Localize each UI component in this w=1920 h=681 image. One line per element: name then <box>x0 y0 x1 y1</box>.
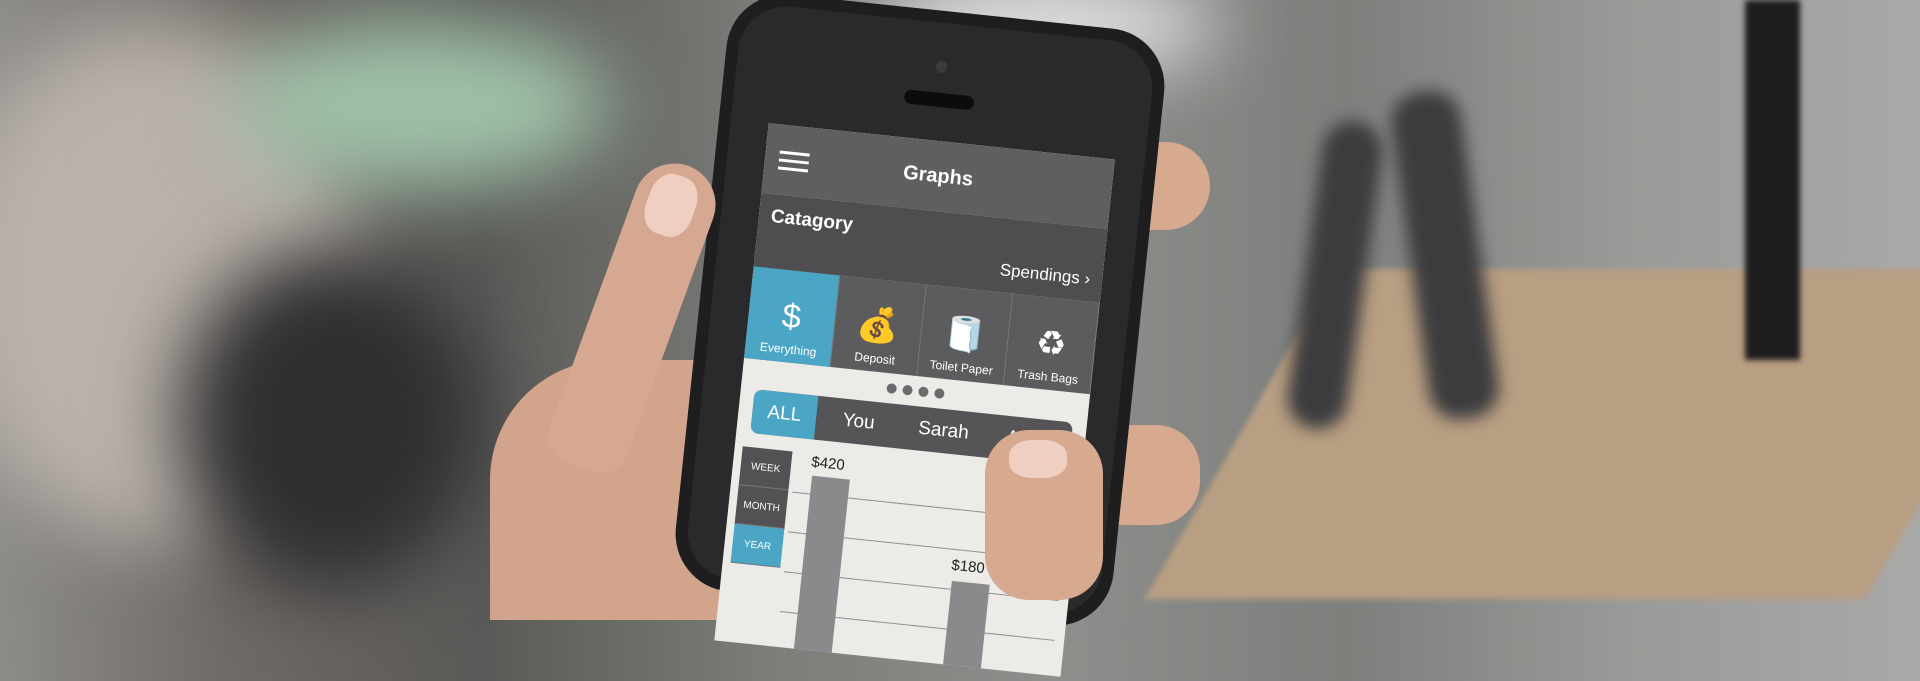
page-dot[interactable] <box>917 386 929 398</box>
chart-bar <box>793 475 850 659</box>
bar-value-label: $420 <box>810 453 846 474</box>
category-label: Toilet Paper <box>928 357 994 378</box>
page-dot[interactable] <box>902 384 914 396</box>
page-title: Graphs <box>902 161 975 191</box>
chart-bar <box>942 580 990 675</box>
period-filter: WEEK MONTH YEAR <box>730 446 793 568</box>
toilet-paper-icon: 🧻 <box>941 313 988 356</box>
background-table <box>1144 269 1920 599</box>
category-everything[interactable]: $ Everything <box>744 266 841 367</box>
period-week[interactable]: WEEK <box>738 446 793 491</box>
spendings-label: Spendings <box>998 260 1081 288</box>
people-option-all[interactable]: ALL <box>750 389 819 440</box>
category-trash-bags[interactable]: ♻ Trash Bags <box>1003 293 1100 395</box>
front-camera-icon <box>934 60 949 74</box>
category-title: Catagory <box>769 205 854 236</box>
period-month[interactable]: MONTH <box>734 485 789 530</box>
period-year[interactable]: YEAR <box>730 523 785 568</box>
hand-index-finger <box>985 430 1103 600</box>
chevron-right-icon: › <box>1083 269 1092 289</box>
category-toilet-paper[interactable]: 🧻 Toilet Paper <box>917 284 1014 386</box>
category-label: Deposit <box>853 349 896 368</box>
thumb-nail <box>637 168 705 243</box>
category-deposit[interactable]: 💰 Deposit <box>830 275 927 377</box>
earpiece-speaker <box>903 89 975 111</box>
hamburger-menu-icon[interactable] <box>777 150 810 177</box>
spendings-selector[interactable]: Spendings › <box>999 260 1091 289</box>
trash-bag-icon: ♻ <box>1034 323 1069 365</box>
background-blur-dark <box>180 250 480 590</box>
page-dot[interactable] <box>933 387 945 399</box>
category-label: Trash Bags <box>1016 366 1079 387</box>
background-blur-green <box>230 20 610 190</box>
finger-nail <box>1009 440 1067 478</box>
background-pole <box>1745 0 1800 360</box>
bar-value-label: $180 <box>950 556 986 578</box>
page-dot[interactable] <box>886 382 898 394</box>
people-option-you[interactable]: You <box>814 396 903 449</box>
dollar-badge-icon: $ <box>780 296 803 337</box>
people-option-sarah[interactable]: Sarah <box>899 405 988 458</box>
category-label: Everything <box>759 339 818 360</box>
money-bag-icon: 💰 <box>855 304 902 347</box>
